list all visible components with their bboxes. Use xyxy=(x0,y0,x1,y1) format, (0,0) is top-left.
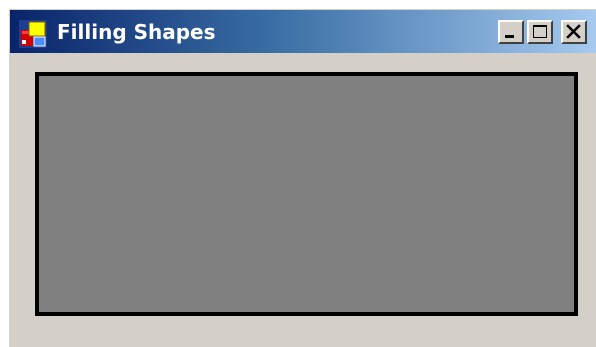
minimize-button[interactable] xyxy=(498,20,524,44)
minimize-icon xyxy=(505,35,514,38)
window-title: Filling Shapes xyxy=(57,20,216,44)
title-bar[interactable]: Filling Shapes xyxy=(10,10,596,53)
close-icon xyxy=(566,24,581,39)
filled-rectangle xyxy=(35,72,578,316)
close-button[interactable] xyxy=(561,20,587,44)
maximize-icon xyxy=(533,25,547,38)
maximize-button[interactable] xyxy=(527,20,553,44)
application-window: Filling Shapes xyxy=(8,8,596,347)
app-window-icon[interactable] xyxy=(19,20,47,48)
